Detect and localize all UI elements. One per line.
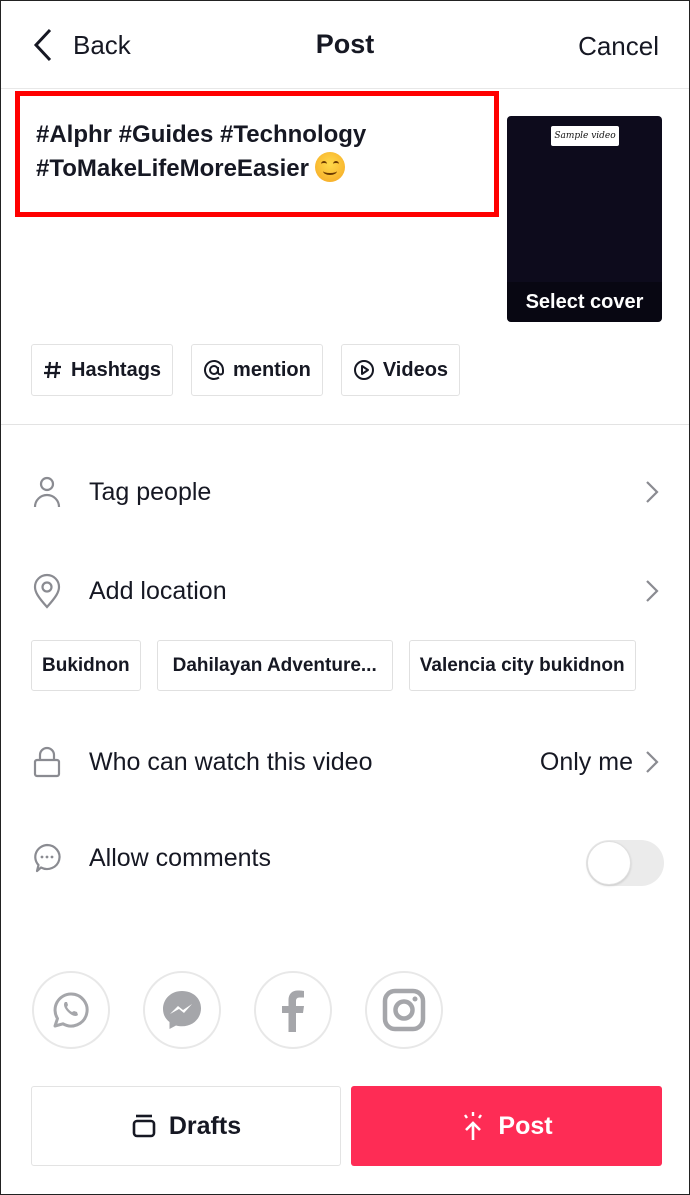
whatsapp-button[interactable] — [32, 971, 110, 1049]
smiling-face-emoji-icon — [315, 152, 345, 182]
drafts-icon — [131, 1113, 157, 1139]
location-chip[interactable]: Bukidnon — [31, 640, 141, 691]
share-targets — [32, 971, 443, 1049]
hashtags-label: Hashtags — [71, 358, 162, 381]
location-chip[interactable]: Dahilayan Adventure... — [156, 640, 393, 691]
comment-icon — [31, 840, 63, 876]
add-location-row[interactable]: Add location — [1, 561, 689, 621]
privacy-label: Who can watch this video — [89, 747, 373, 776]
location-chip[interactable]: Valencia city bukidnon — [408, 640, 636, 691]
chevron-right-icon — [646, 751, 659, 773]
caption-text: #Alphr #Guides #Technology #ToMakeLifeMo… — [36, 118, 496, 186]
privacy-row[interactable]: Who can watch this video Only me — [1, 732, 689, 792]
allow-comments-label: Allow comments — [89, 843, 271, 872]
tag-people-label: Tag people — [89, 477, 212, 506]
add-location-label: Add location — [89, 576, 227, 605]
caption-tools: Hashtags mention Videos — [31, 344, 461, 396]
videos-label: Videos — [382, 358, 449, 381]
facebook-icon — [282, 990, 304, 1032]
bottom-actions: Drafts Post — [31, 1086, 662, 1166]
drafts-label: Drafts — [168, 1111, 242, 1140]
whatsapp-icon — [53, 992, 89, 1028]
post-button[interactable]: Post — [351, 1086, 662, 1166]
at-icon — [203, 359, 225, 381]
caption-input[interactable]: #Alphr #Guides #Technology #ToMakeLifeMo… — [15, 91, 499, 217]
person-icon — [31, 474, 63, 510]
privacy-value: Only me — [539, 747, 633, 776]
cancel-button[interactable]: Cancel — [578, 31, 659, 62]
messenger-button[interactable] — [143, 971, 221, 1049]
mention-label: mention — [233, 358, 311, 381]
nav-header: Back Post Cancel — [1, 1, 689, 89]
location-pin-icon — [31, 573, 63, 609]
play-circle-icon — [353, 359, 375, 381]
toggle-knob — [587, 841, 631, 885]
tag-people-row[interactable]: Tag people — [1, 462, 689, 522]
post-label: Post — [498, 1111, 553, 1140]
lock-icon — [31, 744, 63, 780]
drafts-button[interactable]: Drafts — [31, 1086, 341, 1166]
select-cover-button[interactable]: Sample video Select cover — [507, 116, 662, 322]
caption-line-1: #Alphr #Guides #Technology — [36, 121, 367, 148]
post-upload-icon — [460, 1110, 486, 1142]
facebook-button[interactable] — [254, 971, 332, 1049]
mention-button[interactable]: mention — [191, 344, 323, 396]
videos-button[interactable]: Videos — [340, 344, 461, 396]
instagram-icon — [382, 988, 426, 1032]
chevron-right-icon — [646, 481, 659, 503]
video-overlay-text: Sample video — [551, 126, 619, 146]
section-divider — [1, 424, 689, 425]
instagram-button[interactable] — [365, 971, 443, 1049]
caption-line-2: #ToMakeLifeMoreEasier — [36, 155, 309, 182]
allow-comments-toggle[interactable] — [586, 840, 664, 886]
select-cover-label: Select cover — [525, 291, 644, 313]
chevron-right-icon — [646, 580, 659, 602]
location-suggestions: Bukidnon Dahilayan Adventure... Valencia… — [31, 640, 636, 691]
hashtags-button[interactable]: Hashtags — [31, 344, 174, 396]
hashtag-icon — [43, 360, 63, 380]
messenger-icon — [163, 991, 201, 1029]
